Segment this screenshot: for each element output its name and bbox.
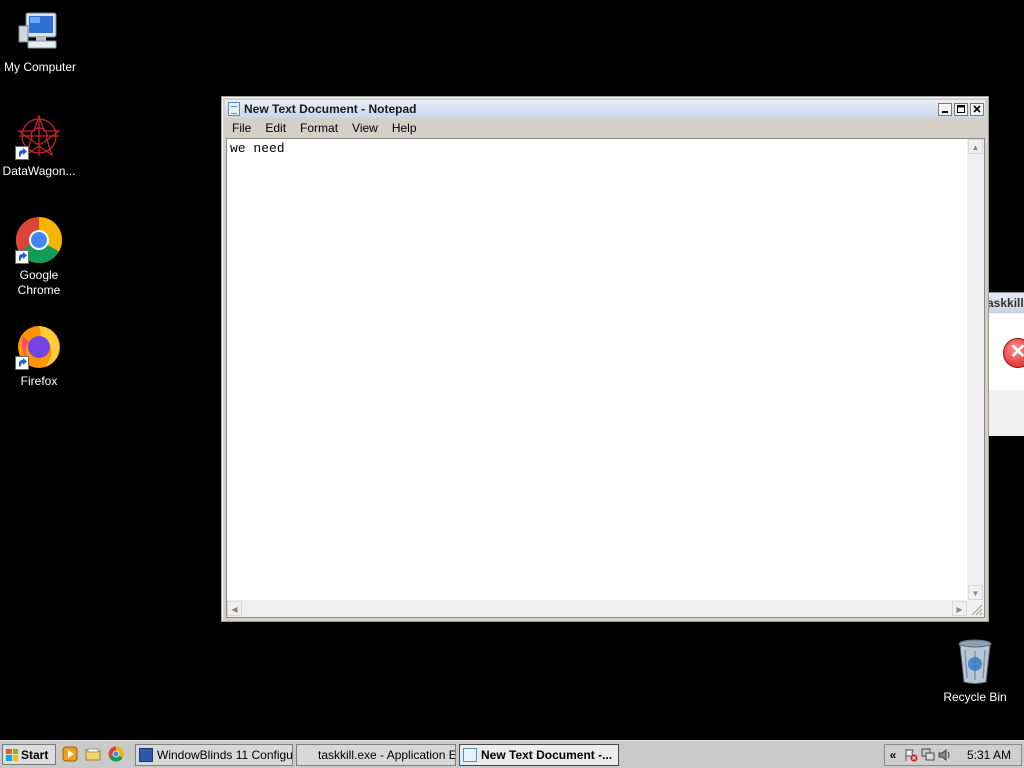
speaker-icon[interactable] bbox=[938, 748, 952, 762]
desktop-icon-label: Recycle Bin bbox=[943, 690, 1007, 704]
desktop-icon-label: DataWagon... bbox=[2, 164, 76, 178]
desktop-icon-firefox[interactable]: Firefox bbox=[0, 322, 79, 389]
chrome-icon[interactable] bbox=[108, 746, 124, 762]
recycle-bin-icon bbox=[951, 638, 999, 686]
taskbar-button-taskkill[interactable]: taskkill.exe - Application Er... bbox=[296, 744, 456, 766]
menu-edit[interactable]: Edit bbox=[258, 121, 293, 135]
taskbar-button-windowblinds[interactable]: WindowBlinds 11 Configur... bbox=[135, 744, 293, 766]
network-icon[interactable] bbox=[921, 748, 935, 762]
shortcut-arrow-icon bbox=[15, 146, 29, 160]
windowblinds-icon bbox=[139, 748, 153, 762]
notepad-icon bbox=[228, 102, 240, 116]
resize-grip-icon[interactable] bbox=[967, 600, 984, 617]
error-icon: ✕ bbox=[1003, 338, 1024, 368]
start-label: Start bbox=[21, 747, 49, 762]
shortcut-arrow-icon bbox=[15, 356, 29, 370]
windows-flag-icon bbox=[6, 748, 18, 761]
menu-view[interactable]: View bbox=[345, 121, 385, 135]
close-button[interactable] bbox=[970, 102, 984, 116]
desktop-icon-chrome[interactable]: Google Chrome bbox=[0, 216, 79, 298]
system-tray: « 5:31 AM bbox=[884, 744, 1022, 766]
desktop-icon-label: My Computer bbox=[3, 60, 77, 74]
menu-format[interactable]: Format bbox=[293, 121, 345, 135]
shortcut-arrow-icon bbox=[15, 250, 29, 264]
taskbar-button-label: taskkill.exe - Application Er... bbox=[318, 748, 456, 762]
scroll-down-button[interactable]: ▼ bbox=[968, 585, 983, 600]
document-text[interactable]: we need bbox=[230, 141, 285, 156]
desktop-icon-datawagon[interactable]: DataWagon... bbox=[0, 112, 79, 179]
clock[interactable]: 5:31 AM bbox=[967, 748, 1011, 762]
chrome-icon bbox=[15, 216, 63, 264]
window-title: New Text Document - Notepad bbox=[244, 102, 417, 116]
minimize-button[interactable] bbox=[938, 102, 952, 116]
desktop-icon-recycle-bin[interactable]: Recycle Bin bbox=[935, 638, 1015, 705]
app-error-icon bbox=[300, 748, 314, 762]
menu-help[interactable]: Help bbox=[385, 121, 424, 135]
tray-expand-chevron-icon[interactable]: « bbox=[885, 748, 901, 762]
datawagon-icon bbox=[15, 112, 63, 160]
folder-icon[interactable] bbox=[85, 746, 101, 762]
start-button[interactable]: Start bbox=[2, 744, 56, 765]
text-editor[interactable]: we need ▲ ▼ ◀ ▶ bbox=[226, 138, 985, 618]
horizontal-scrollbar[interactable]: ◀ ▶ bbox=[227, 600, 967, 617]
desktop-icon-label: Firefox bbox=[20, 374, 58, 388]
taskbar: Start WindowBlinds 11 Configur... taskki… bbox=[0, 740, 1024, 768]
notepad-icon bbox=[463, 748, 477, 762]
taskbar-button-label: New Text Document -... bbox=[481, 748, 613, 762]
scroll-up-button[interactable]: ▲ bbox=[968, 139, 983, 154]
media-player-icon[interactable] bbox=[62, 746, 78, 762]
vertical-scrollbar[interactable]: ▲ ▼ bbox=[967, 139, 984, 600]
menu-bar: File Edit Format View Help bbox=[225, 119, 985, 137]
taskbar-button-label: WindowBlinds 11 Configur... bbox=[157, 748, 293, 762]
taskbar-button-notepad[interactable]: New Text Document -... bbox=[459, 744, 619, 766]
firefox-icon bbox=[15, 322, 63, 370]
maximize-button[interactable] bbox=[954, 102, 968, 116]
desktop-icon-my-computer[interactable]: My Computer bbox=[0, 8, 80, 75]
scroll-left-button[interactable]: ◀ bbox=[227, 601, 242, 616]
flag-alert-icon[interactable] bbox=[904, 748, 918, 762]
title-bar[interactable]: New Text Document - Notepad bbox=[225, 100, 985, 118]
notepad-window[interactable]: New Text Document - Notepad File Edit Fo… bbox=[221, 96, 989, 622]
scroll-right-button[interactable]: ▶ bbox=[952, 601, 967, 616]
computer-icon bbox=[16, 8, 64, 56]
menu-file[interactable]: File bbox=[225, 121, 258, 135]
desktop-icon-label: Google Chrome bbox=[17, 268, 61, 297]
